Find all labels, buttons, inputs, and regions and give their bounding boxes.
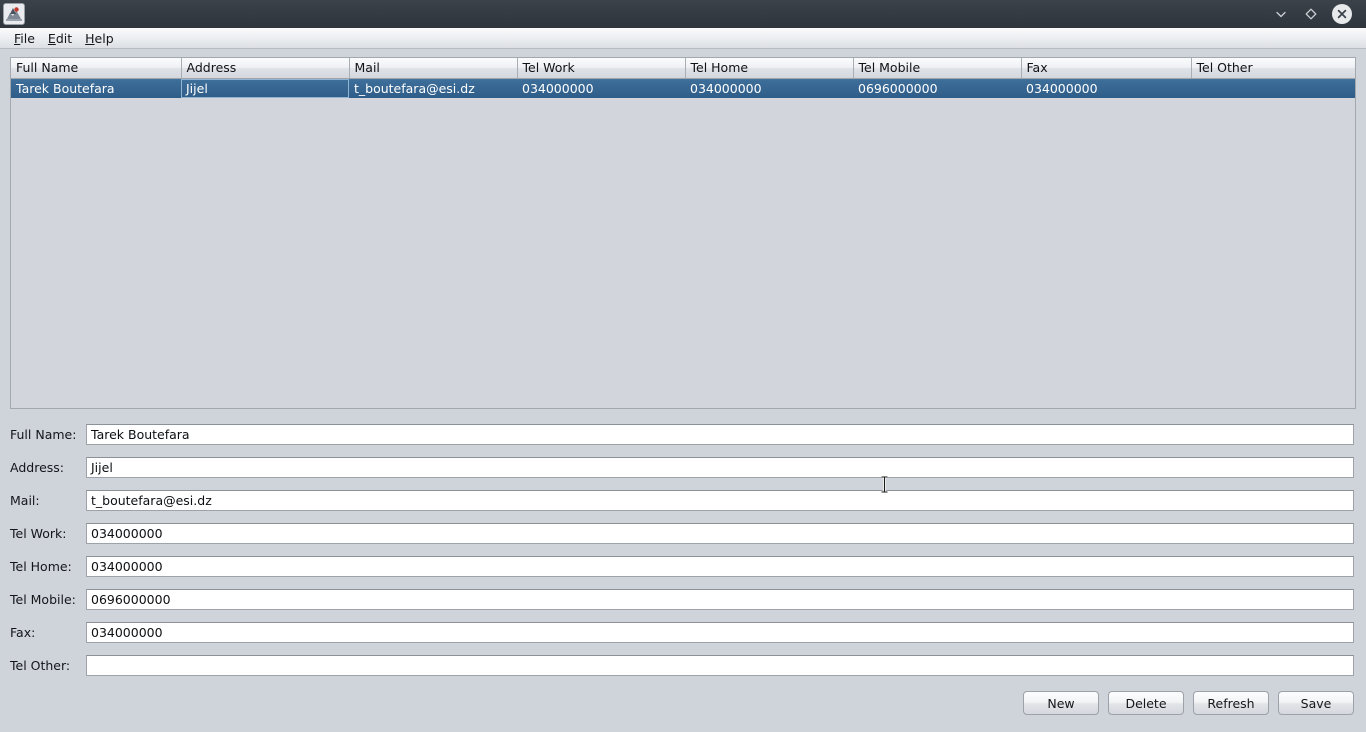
label-tel-mobile: Tel Mobile: [10, 592, 76, 607]
contacts-table-container[interactable]: Full Name Address Mail Tel Work Tel Home… [10, 57, 1356, 409]
column-header-tel-other[interactable]: Tel Other [1191, 58, 1355, 79]
contact-detail-form: Full Name: Tarek Boutefara Address: Jije… [10, 409, 1356, 682]
label-full-name: Full Name: [10, 427, 77, 442]
main-content: Full Name Address Mail Tel Work Tel Home… [0, 49, 1366, 732]
column-header-tel-work[interactable]: Tel Work [517, 58, 686, 79]
title-bar [0, 0, 1366, 28]
label-mail: Mail: [10, 493, 40, 508]
window-controls [1272, 4, 1352, 24]
form-row-full-name: Full Name: Tarek Boutefara [10, 418, 1356, 451]
form-row-tel-work: Tel Work: 034000000 [10, 517, 1356, 550]
chevron-down-icon[interactable] [1272, 5, 1290, 23]
cell-address[interactable]: Jijel [181, 78, 349, 98]
tel-work-input[interactable]: 034000000 [86, 523, 1354, 544]
delete-button[interactable]: Delete [1108, 691, 1184, 715]
column-header-fax[interactable]: Fax [1021, 58, 1192, 79]
label-tel-other: Tel Other: [10, 658, 71, 673]
refresh-button[interactable]: Refresh [1193, 691, 1269, 715]
column-header-address[interactable]: Address [181, 58, 350, 79]
column-header-tel-home[interactable]: Tel Home [685, 58, 854, 79]
column-header-tel-mobile[interactable]: Tel Mobile [853, 58, 1022, 79]
table-empty-area [11, 99, 1355, 408]
form-row-fax: Fax: 034000000 [10, 616, 1356, 649]
form-row-address: Address: Jijel [10, 451, 1356, 484]
table-header: Full Name Address Mail Tel Work Tel Home… [11, 58, 1355, 79]
table-row[interactable]: Tarek Boutefara Jijel t_boutefara@esi.dz… [11, 78, 1355, 98]
label-address: Address: [10, 460, 64, 475]
menu-item-edit[interactable]: Edit [42, 30, 79, 47]
tel-mobile-input[interactable]: 0696000000 [86, 589, 1354, 610]
form-row-mail: Mail: t_boutefara@esi.dz [10, 484, 1356, 517]
form-row-tel-mobile: Tel Mobile: 0696000000 [10, 583, 1356, 616]
contacts-table[interactable]: Full Name Address Mail Tel Work Tel Home… [11, 58, 1355, 98]
cell-tel-work[interactable]: 034000000 [517, 78, 685, 98]
tel-home-input[interactable]: 034000000 [86, 556, 1354, 577]
bottom-spacer [10, 715, 1356, 723]
menu-item-file[interactable]: File [8, 30, 42, 47]
diamond-icon[interactable] [1302, 5, 1320, 23]
cell-tel-mobile[interactable]: 0696000000 [853, 78, 1021, 98]
table-body: Tarek Boutefara Jijel t_boutefara@esi.dz… [11, 78, 1355, 98]
menu-bar: File Edit Help [0, 28, 1366, 49]
application-window: File Edit Help Full Name Address Mail Te… [0, 0, 1366, 732]
full-name-input[interactable]: Tarek Boutefara [86, 424, 1354, 445]
fax-input[interactable]: 034000000 [86, 622, 1354, 643]
cell-tel-home[interactable]: 034000000 [685, 78, 853, 98]
form-row-tel-other: Tel Other: [10, 649, 1356, 682]
label-tel-home: Tel Home: [10, 559, 72, 574]
column-header-mail[interactable]: Mail [349, 58, 518, 79]
cell-mail[interactable]: t_boutefara@esi.dz [349, 78, 517, 98]
mail-input[interactable]: t_boutefara@esi.dz [86, 490, 1354, 511]
cell-fax[interactable]: 034000000 [1021, 78, 1191, 98]
label-fax: Fax: [10, 625, 36, 640]
tel-other-input[interactable] [86, 655, 1354, 676]
table-header-row: Full Name Address Mail Tel Work Tel Home… [11, 58, 1355, 79]
form-row-tel-home: Tel Home: 034000000 [10, 550, 1356, 583]
cell-tel-other[interactable] [1191, 78, 1355, 98]
save-button[interactable]: Save [1278, 691, 1354, 715]
action-button-bar: New Delete Refresh Save [10, 682, 1356, 715]
close-icon[interactable] [1332, 4, 1352, 24]
menu-item-help[interactable]: Help [79, 30, 121, 47]
cell-full-name[interactable]: Tarek Boutefara [11, 78, 181, 98]
label-tel-work: Tel Work: [10, 526, 67, 541]
new-button[interactable]: New [1023, 691, 1099, 715]
app-icon [3, 3, 25, 25]
address-input[interactable]: Jijel [86, 457, 1354, 478]
column-header-full-name[interactable]: Full Name [11, 58, 182, 79]
